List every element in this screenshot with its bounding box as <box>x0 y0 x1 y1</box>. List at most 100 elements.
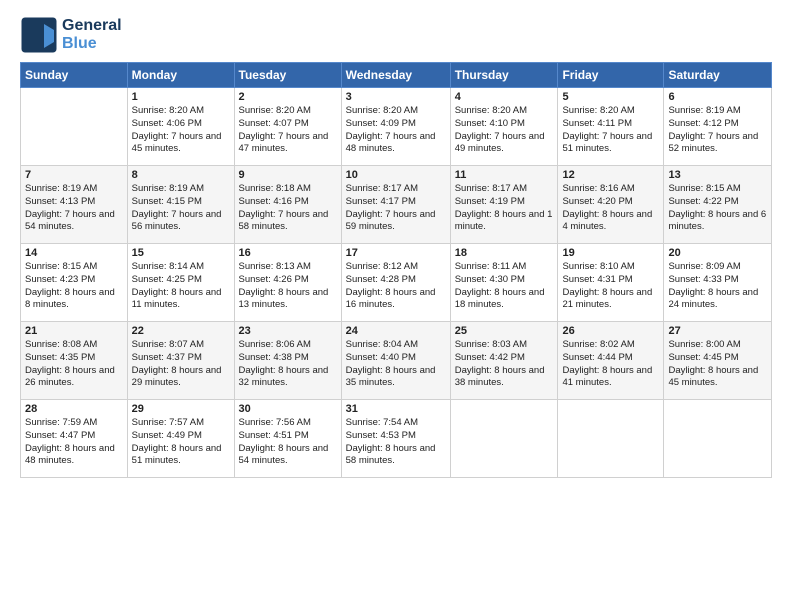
calendar-cell: 26 Sunrise: 8:02 AMSunset: 4:44 PMDaylig… <box>558 322 664 400</box>
day-info: Sunrise: 8:18 AMSunset: 4:16 PMDaylight:… <box>239 183 337 234</box>
page: General Blue SundayMondayTuesdayWednesda… <box>0 0 792 488</box>
day-info: Sunrise: 8:04 AMSunset: 4:40 PMDaylight:… <box>346 339 446 390</box>
day-number: 18 <box>455 247 554 259</box>
calendar-cell <box>664 400 772 478</box>
calendar-cell <box>450 400 558 478</box>
header-cell-wednesday: Wednesday <box>341 63 450 88</box>
header-cell-thursday: Thursday <box>450 63 558 88</box>
day-info: Sunrise: 8:09 AMSunset: 4:33 PMDaylight:… <box>668 261 767 312</box>
day-info: Sunrise: 8:20 AMSunset: 4:10 PMDaylight:… <box>455 105 554 156</box>
calendar-cell: 14 Sunrise: 8:15 AMSunset: 4:23 PMDaylig… <box>21 244 128 322</box>
calendar-cell: 15 Sunrise: 8:14 AMSunset: 4:25 PMDaylig… <box>127 244 234 322</box>
day-number: 21 <box>25 325 123 337</box>
day-info: Sunrise: 8:17 AMSunset: 4:19 PMDaylight:… <box>455 183 554 234</box>
day-number: 24 <box>346 325 446 337</box>
calendar-cell: 21 Sunrise: 8:08 AMSunset: 4:35 PMDaylig… <box>21 322 128 400</box>
header-row: SundayMondayTuesdayWednesdayThursdayFrid… <box>21 63 772 88</box>
calendar-cell: 18 Sunrise: 8:11 AMSunset: 4:30 PMDaylig… <box>450 244 558 322</box>
day-number: 23 <box>239 325 337 337</box>
calendar-cell: 24 Sunrise: 8:04 AMSunset: 4:40 PMDaylig… <box>341 322 450 400</box>
day-number: 29 <box>132 403 230 415</box>
day-info: Sunrise: 8:20 AMSunset: 4:06 PMDaylight:… <box>132 105 230 156</box>
day-info: Sunrise: 8:14 AMSunset: 4:25 PMDaylight:… <box>132 261 230 312</box>
day-number: 2 <box>239 91 337 103</box>
day-info: Sunrise: 8:15 AMSunset: 4:22 PMDaylight:… <box>668 183 767 234</box>
day-info: Sunrise: 7:57 AMSunset: 4:49 PMDaylight:… <box>132 417 230 468</box>
day-info: Sunrise: 8:06 AMSunset: 4:38 PMDaylight:… <box>239 339 337 390</box>
day-number: 8 <box>132 169 230 181</box>
day-info: Sunrise: 8:19 AMSunset: 4:13 PMDaylight:… <box>25 183 123 234</box>
day-number: 17 <box>346 247 446 259</box>
day-number: 5 <box>562 91 659 103</box>
day-number: 12 <box>562 169 659 181</box>
calendar-cell: 13 Sunrise: 8:15 AMSunset: 4:22 PMDaylig… <box>664 166 772 244</box>
day-number: 28 <box>25 403 123 415</box>
day-info: Sunrise: 7:59 AMSunset: 4:47 PMDaylight:… <box>25 417 123 468</box>
calendar-cell: 9 Sunrise: 8:18 AMSunset: 4:16 PMDayligh… <box>234 166 341 244</box>
calendar-cell: 19 Sunrise: 8:10 AMSunset: 4:31 PMDaylig… <box>558 244 664 322</box>
calendar-cell: 12 Sunrise: 8:16 AMSunset: 4:20 PMDaylig… <box>558 166 664 244</box>
header-cell-sunday: Sunday <box>21 63 128 88</box>
calendar-cell: 22 Sunrise: 8:07 AMSunset: 4:37 PMDaylig… <box>127 322 234 400</box>
day-info: Sunrise: 8:03 AMSunset: 4:42 PMDaylight:… <box>455 339 554 390</box>
header-cell-tuesday: Tuesday <box>234 63 341 88</box>
calendar-cell: 8 Sunrise: 8:19 AMSunset: 4:15 PMDayligh… <box>127 166 234 244</box>
day-number: 31 <box>346 403 446 415</box>
week-row-4: 21 Sunrise: 8:08 AMSunset: 4:35 PMDaylig… <box>21 322 772 400</box>
day-number: 9 <box>239 169 337 181</box>
calendar-cell: 31 Sunrise: 7:54 AMSunset: 4:53 PMDaylig… <box>341 400 450 478</box>
day-info: Sunrise: 8:08 AMSunset: 4:35 PMDaylight:… <box>25 339 123 390</box>
header: General Blue <box>20 16 772 54</box>
calendar-cell: 28 Sunrise: 7:59 AMSunset: 4:47 PMDaylig… <box>21 400 128 478</box>
day-number: 4 <box>455 91 554 103</box>
calendar-cell: 4 Sunrise: 8:20 AMSunset: 4:10 PMDayligh… <box>450 88 558 166</box>
calendar-cell: 11 Sunrise: 8:17 AMSunset: 4:19 PMDaylig… <box>450 166 558 244</box>
calendar-cell: 25 Sunrise: 8:03 AMSunset: 4:42 PMDaylig… <box>450 322 558 400</box>
day-number: 15 <box>132 247 230 259</box>
week-row-3: 14 Sunrise: 8:15 AMSunset: 4:23 PMDaylig… <box>21 244 772 322</box>
day-info: Sunrise: 8:19 AMSunset: 4:15 PMDaylight:… <box>132 183 230 234</box>
logo-icon <box>20 16 58 54</box>
week-row-1: 1 Sunrise: 8:20 AMSunset: 4:06 PMDayligh… <box>21 88 772 166</box>
header-cell-saturday: Saturday <box>664 63 772 88</box>
day-info: Sunrise: 8:10 AMSunset: 4:31 PMDaylight:… <box>562 261 659 312</box>
day-number: 22 <box>132 325 230 337</box>
day-number: 25 <box>455 325 554 337</box>
day-info: Sunrise: 8:16 AMSunset: 4:20 PMDaylight:… <box>562 183 659 234</box>
day-info: Sunrise: 8:13 AMSunset: 4:26 PMDaylight:… <box>239 261 337 312</box>
week-row-5: 28 Sunrise: 7:59 AMSunset: 4:47 PMDaylig… <box>21 400 772 478</box>
calendar-cell: 27 Sunrise: 8:00 AMSunset: 4:45 PMDaylig… <box>664 322 772 400</box>
day-info: Sunrise: 7:56 AMSunset: 4:51 PMDaylight:… <box>239 417 337 468</box>
calendar-cell: 16 Sunrise: 8:13 AMSunset: 4:26 PMDaylig… <box>234 244 341 322</box>
day-info: Sunrise: 7:54 AMSunset: 4:53 PMDaylight:… <box>346 417 446 468</box>
day-info: Sunrise: 8:07 AMSunset: 4:37 PMDaylight:… <box>132 339 230 390</box>
week-row-2: 7 Sunrise: 8:19 AMSunset: 4:13 PMDayligh… <box>21 166 772 244</box>
calendar-cell: 7 Sunrise: 8:19 AMSunset: 4:13 PMDayligh… <box>21 166 128 244</box>
day-number: 14 <box>25 247 123 259</box>
logo: General Blue <box>20 16 122 54</box>
calendar-cell <box>558 400 664 478</box>
calendar-cell: 2 Sunrise: 8:20 AMSunset: 4:07 PMDayligh… <box>234 88 341 166</box>
day-info: Sunrise: 8:20 AMSunset: 4:11 PMDaylight:… <box>562 105 659 156</box>
calendar-cell: 30 Sunrise: 7:56 AMSunset: 4:51 PMDaylig… <box>234 400 341 478</box>
day-number: 13 <box>668 169 767 181</box>
day-info: Sunrise: 8:02 AMSunset: 4:44 PMDaylight:… <box>562 339 659 390</box>
day-info: Sunrise: 8:20 AMSunset: 4:09 PMDaylight:… <box>346 105 446 156</box>
calendar-cell: 20 Sunrise: 8:09 AMSunset: 4:33 PMDaylig… <box>664 244 772 322</box>
day-info: Sunrise: 8:19 AMSunset: 4:12 PMDaylight:… <box>668 105 767 156</box>
day-number: 6 <box>668 91 767 103</box>
calendar-cell: 1 Sunrise: 8:20 AMSunset: 4:06 PMDayligh… <box>127 88 234 166</box>
calendar-cell <box>21 88 128 166</box>
calendar-cell: 29 Sunrise: 7:57 AMSunset: 4:49 PMDaylig… <box>127 400 234 478</box>
day-number: 10 <box>346 169 446 181</box>
day-info: Sunrise: 8:17 AMSunset: 4:17 PMDaylight:… <box>346 183 446 234</box>
day-info: Sunrise: 8:12 AMSunset: 4:28 PMDaylight:… <box>346 261 446 312</box>
calendar-cell: 6 Sunrise: 8:19 AMSunset: 4:12 PMDayligh… <box>664 88 772 166</box>
logo-line2: Blue <box>62 35 122 53</box>
day-number: 19 <box>562 247 659 259</box>
logo-line1: General <box>62 17 122 35</box>
day-number: 30 <box>239 403 337 415</box>
day-info: Sunrise: 8:00 AMSunset: 4:45 PMDaylight:… <box>668 339 767 390</box>
calendar-cell: 3 Sunrise: 8:20 AMSunset: 4:09 PMDayligh… <box>341 88 450 166</box>
day-number: 26 <box>562 325 659 337</box>
